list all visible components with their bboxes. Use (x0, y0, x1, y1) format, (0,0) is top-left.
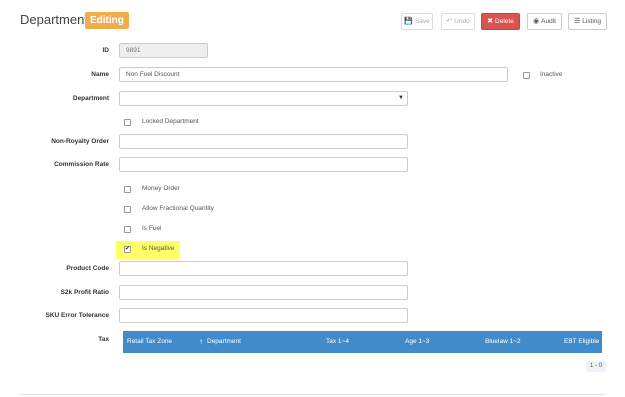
is-fuel-checkbox[interactable] (124, 226, 131, 233)
dropdown-arrow-icon: ▼ (398, 95, 404, 101)
non-royalty-order-field[interactable] (119, 134, 408, 149)
undo-icon: ↶ (446, 18, 453, 25)
page-title: Department (20, 12, 88, 27)
department-select[interactable]: ▼ (119, 91, 408, 106)
s2k-profit-ratio-label: S2k Profit Ratio (60, 289, 109, 296)
is-negative-checkbox[interactable] (124, 245, 131, 253)
footer-divider (20, 394, 605, 395)
inactive-label: Inactive (540, 71, 563, 78)
pagination-info: 1 - 0 (586, 361, 606, 372)
locked-department-checkbox[interactable] (124, 119, 131, 126)
column-retail-tax-zone[interactable]: Retail Tax Zone (127, 331, 172, 353)
id-field: 9891 (119, 43, 208, 58)
money-order-checkbox[interactable] (124, 186, 131, 193)
allow-fractional-quantity-label: Allow Fractional Quantity (142, 205, 214, 212)
sort-ascending-icon[interactable]: ↑ (199, 331, 203, 353)
delete-button[interactable]: ✖ Delete (481, 13, 520, 30)
name-field[interactable]: Non Fuel Discount (119, 67, 508, 82)
listing-button[interactable]: ☰ Listing (568, 13, 607, 30)
product-code-label: Product Code (66, 265, 109, 272)
money-order-label: Money Order (142, 185, 180, 192)
undo-label: Undo (454, 18, 470, 25)
column-ebt-eligible[interactable]: EBT Eligible (564, 331, 599, 353)
commission-rate-field[interactable] (119, 157, 408, 172)
non-royalty-order-label: Non-Royalty Order (51, 138, 109, 145)
close-icon: ✖ (487, 18, 494, 25)
tax-label: Tax (98, 336, 109, 343)
commission-rate-label: Commission Rate (54, 161, 109, 168)
save-label: Save (414, 18, 430, 25)
allow-fractional-quantity-checkbox[interactable] (124, 206, 131, 213)
is-fuel-label: Is Fuel (142, 225, 162, 232)
eye-icon: ◉ (533, 18, 540, 25)
delete-label: Delete (495, 18, 514, 25)
sku-error-tolerance-field[interactable] (119, 308, 408, 323)
column-tax[interactable]: Tax 1~4 (326, 331, 349, 353)
list-icon: ☰ (573, 18, 581, 25)
inactive-checkbox[interactable] (523, 72, 530, 79)
save-icon: 💾 (404, 18, 413, 25)
save-button[interactable]: 💾 Save (401, 13, 433, 30)
column-bluelaw[interactable]: Bluelaw 1~2 (485, 331, 521, 353)
column-department[interactable]: Department (207, 331, 241, 353)
listing-label: Listing (582, 18, 602, 25)
is-negative-label: Is Negative (142, 245, 175, 252)
audit-label: Audit (541, 18, 556, 25)
sku-error-tolerance-label: SKU Error Tolerance (45, 312, 109, 319)
product-code-field[interactable] (119, 261, 408, 276)
locked-department-label: Locked Department (142, 118, 199, 125)
tax-table-header: Retail Tax Zone ↑ Department Tax 1~4 Age… (123, 331, 602, 353)
id-label: ID (102, 47, 110, 54)
column-age[interactable]: Age 1~3 (405, 331, 429, 353)
audit-button[interactable]: ◉ Audit (527, 13, 562, 30)
name-label: Name (91, 71, 109, 78)
department-label: Department (72, 95, 109, 102)
editing-badge: Editing (85, 12, 129, 29)
undo-button[interactable]: ↶ Undo (441, 13, 475, 30)
s2k-profit-ratio-field[interactable] (119, 285, 408, 300)
